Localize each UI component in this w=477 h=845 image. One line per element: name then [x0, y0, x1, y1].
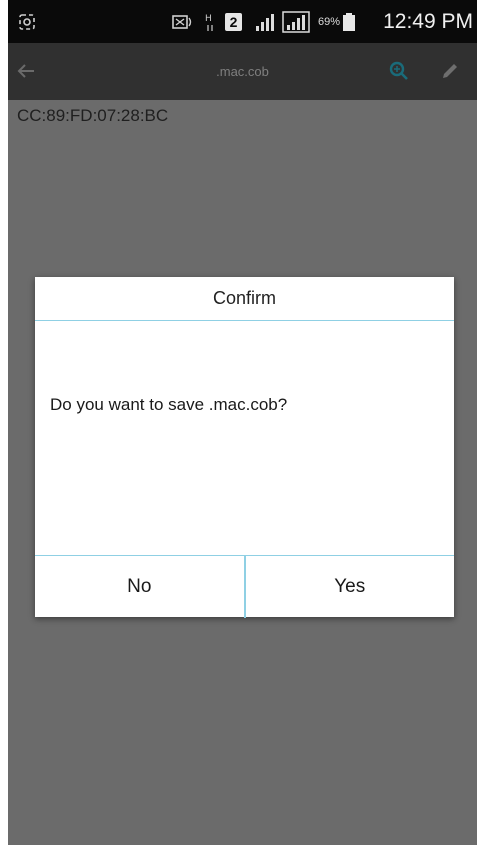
sim-slot-label: 2	[225, 12, 242, 31]
hplus-network-icon: H	[204, 0, 216, 43]
screenshot-icon	[18, 0, 36, 43]
no-button[interactable]: No	[35, 556, 246, 618]
status-bar: H 2 69% 12:49 PM	[8, 0, 477, 43]
search-icon[interactable]	[383, 55, 415, 87]
signal-icon	[254, 0, 280, 43]
battery-percent: 69%	[318, 15, 341, 28]
mac-address-text: CC:89:FD:07:28:BC	[17, 106, 169, 125]
status-time: 12:49 PM	[383, 9, 473, 33]
dialog-button-row: No Yes	[35, 555, 454, 618]
signal-sim2-icon	[282, 0, 310, 43]
pencil-icon[interactable]	[434, 55, 466, 87]
battery-icon	[342, 0, 356, 43]
confirm-dialog: Confirm Do you want to save .mac.cob? No…	[35, 277, 454, 618]
nfc-icon	[172, 0, 194, 43]
dialog-message: Do you want to save .mac.cob?	[50, 395, 288, 414]
app-toolbar: .mac.cob	[8, 43, 477, 100]
app-screen: H 2 69% 12:49 PM .mac.cob CC:89:FD:07:28…	[8, 0, 477, 845]
sim-slot-icon: 2	[225, 0, 242, 43]
dialog-title: Confirm	[35, 277, 454, 321]
svg-text:H: H	[205, 14, 212, 24]
yes-button[interactable]: Yes	[246, 556, 455, 618]
